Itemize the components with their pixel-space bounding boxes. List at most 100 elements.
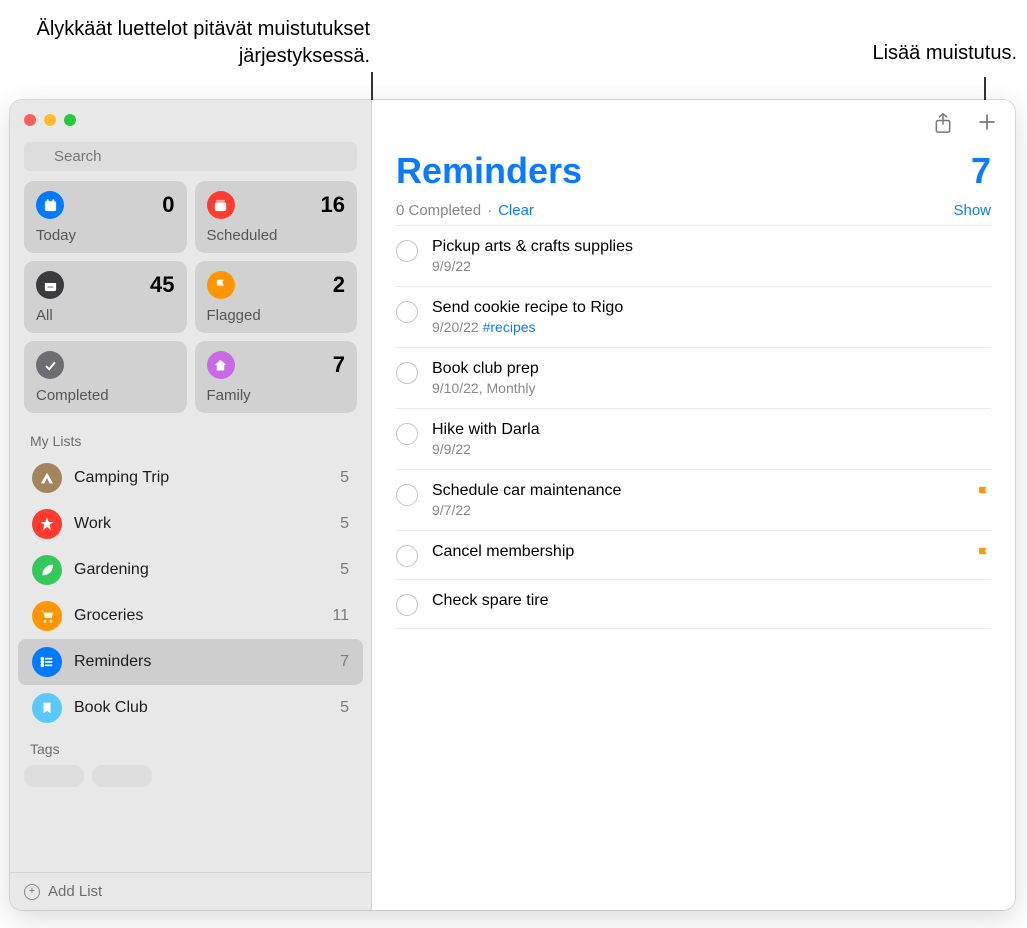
add-list-label: Add List xyxy=(48,883,102,900)
reminder-title: Hike with Darla xyxy=(432,421,991,439)
smart-label: Scheduled xyxy=(207,227,346,244)
flag-icon xyxy=(207,271,235,299)
callout-smart-lists: Älykkäät luettelot pitävät muistutukset … xyxy=(0,16,370,70)
list-name: Gardening xyxy=(74,561,340,579)
tray-icon xyxy=(36,271,64,299)
smart-card-completed[interactable]: Completed xyxy=(24,341,187,413)
add-list-button[interactable]: + Add List xyxy=(10,872,371,910)
list-count: 11 xyxy=(332,607,349,625)
leaf-icon xyxy=(32,555,62,585)
list-count: 5 xyxy=(340,699,349,717)
reminder-title: Book club prep xyxy=(432,360,991,378)
smart-label: Completed xyxy=(36,387,175,404)
smart-label: Today xyxy=(36,227,175,244)
bookmark-icon xyxy=(32,693,62,723)
reminder-title: Check spare tire xyxy=(432,592,991,610)
reminder-checkbox[interactable] xyxy=(396,594,418,616)
minimize-button[interactable] xyxy=(44,114,56,126)
list-row-groceries[interactable]: Groceries 11 xyxy=(18,593,363,639)
reminder-row[interactable]: Cancel membership xyxy=(396,531,991,580)
show-button[interactable]: Show xyxy=(953,202,991,219)
smart-count: 45 xyxy=(150,272,174,298)
add-reminder-button[interactable] xyxy=(977,112,997,140)
tag-pill[interactable] xyxy=(92,765,152,787)
list-row-work[interactable]: Work 5 xyxy=(18,501,363,547)
tag-pill[interactable] xyxy=(24,765,84,787)
reminder-checkbox[interactable] xyxy=(396,484,418,506)
reminder-title: Cancel membership xyxy=(432,543,968,561)
smart-count: 2 xyxy=(333,272,345,298)
close-button[interactable] xyxy=(24,114,36,126)
reminder-subtitle: 9/9/22 xyxy=(432,441,991,457)
calendar-icon xyxy=(36,191,64,219)
clear-button[interactable]: Clear xyxy=(498,202,534,219)
list-count: 5 xyxy=(340,561,349,579)
reminder-checkbox[interactable] xyxy=(396,362,418,384)
list-name: Camping Trip xyxy=(74,469,340,487)
check-icon xyxy=(36,351,64,379)
reminder-title: Pickup arts & crafts supplies xyxy=(432,238,991,256)
reminder-checkbox[interactable] xyxy=(396,423,418,445)
section-tags: Tags xyxy=(10,731,371,763)
list-name: Reminders xyxy=(74,653,340,671)
reminder-checkbox[interactable] xyxy=(396,240,418,262)
reminder-tag[interactable]: #recipes xyxy=(483,319,536,335)
reminder-subtitle: 9/9/22 xyxy=(432,258,991,274)
house-icon xyxy=(207,351,235,379)
reminder-checkbox[interactable] xyxy=(396,545,418,567)
smart-label: All xyxy=(36,307,175,324)
list-name: Groceries xyxy=(74,607,332,625)
completed-count: 0 Completed xyxy=(396,202,481,219)
smart-count: 0 xyxy=(162,192,174,218)
callout-add-reminder: Lisää muistutus. xyxy=(872,42,1017,65)
main-content: Reminders 7 0 Completed · Clear Show Pic… xyxy=(372,100,1015,910)
star-icon xyxy=(32,509,62,539)
tent-icon xyxy=(32,463,62,493)
reminders-window: 0 Today 16 Scheduled 45 All 2 Flagged Co… xyxy=(10,100,1015,910)
fullscreen-button[interactable] xyxy=(64,114,76,126)
reminder-row[interactable]: Schedule car maintenance 9/7/22 xyxy=(396,470,991,531)
list-count: 5 xyxy=(340,515,349,533)
smart-card-scheduled[interactable]: 16 Scheduled xyxy=(195,181,358,253)
search-input[interactable] xyxy=(24,142,357,171)
list-name: Book Club xyxy=(74,699,340,717)
section-my-lists: My Lists xyxy=(10,423,371,455)
toolbar xyxy=(372,100,1015,144)
reminder-row[interactable]: Pickup arts & crafts supplies 9/9/22 xyxy=(396,225,991,287)
reminder-subtitle: 9/10/22, Monthly xyxy=(432,380,991,396)
reminder-row[interactable]: Send cookie recipe to Rigo 9/20/22 #reci… xyxy=(396,287,991,348)
smart-card-all[interactable]: 45 All xyxy=(24,261,187,333)
window-controls xyxy=(10,100,371,136)
smart-card-today[interactable]: 0 Today xyxy=(24,181,187,253)
my-lists: Camping Trip 5 Work 5 Gardening 5 Grocer… xyxy=(10,455,371,731)
reminder-row[interactable]: Hike with Darla 9/9/22 xyxy=(396,409,991,470)
flag-icon xyxy=(976,485,991,505)
list-row-gardening[interactable]: Gardening 5 xyxy=(18,547,363,593)
list-icon xyxy=(32,647,62,677)
reminder-row[interactable]: Check spare tire xyxy=(396,580,991,629)
smart-count: 7 xyxy=(333,352,345,378)
sidebar: 0 Today 16 Scheduled 45 All 2 Flagged Co… xyxy=(10,100,372,910)
list-title: Reminders xyxy=(396,150,582,192)
smart-card-flagged[interactable]: 2 Flagged xyxy=(195,261,358,333)
smart-count: 16 xyxy=(321,192,345,218)
list-row-reminders[interactable]: Reminders 7 xyxy=(18,639,363,685)
flag-icon xyxy=(976,546,991,566)
list-count: 7 xyxy=(971,150,991,192)
cart-icon xyxy=(32,601,62,631)
list-row-book-club[interactable]: Book Club 5 xyxy=(18,685,363,731)
list-count: 7 xyxy=(340,653,349,671)
tags-row xyxy=(10,763,371,789)
share-button[interactable] xyxy=(933,112,953,140)
reminder-row[interactable]: Book club prep 9/10/22, Monthly xyxy=(396,348,991,409)
reminders-list: Pickup arts & crafts supplies 9/9/22 Sen… xyxy=(372,225,1015,629)
smart-card-family[interactable]: 7 Family xyxy=(195,341,358,413)
smart-label: Flagged xyxy=(207,307,346,324)
list-row-camping-trip[interactable]: Camping Trip 5 xyxy=(18,455,363,501)
list-name: Work xyxy=(74,515,340,533)
list-count: 5 xyxy=(340,469,349,487)
calendar-stack-icon xyxy=(207,191,235,219)
reminder-subtitle: 9/7/22 xyxy=(432,502,968,518)
reminder-title: Send cookie recipe to Rigo xyxy=(432,299,991,317)
reminder-checkbox[interactable] xyxy=(396,301,418,323)
